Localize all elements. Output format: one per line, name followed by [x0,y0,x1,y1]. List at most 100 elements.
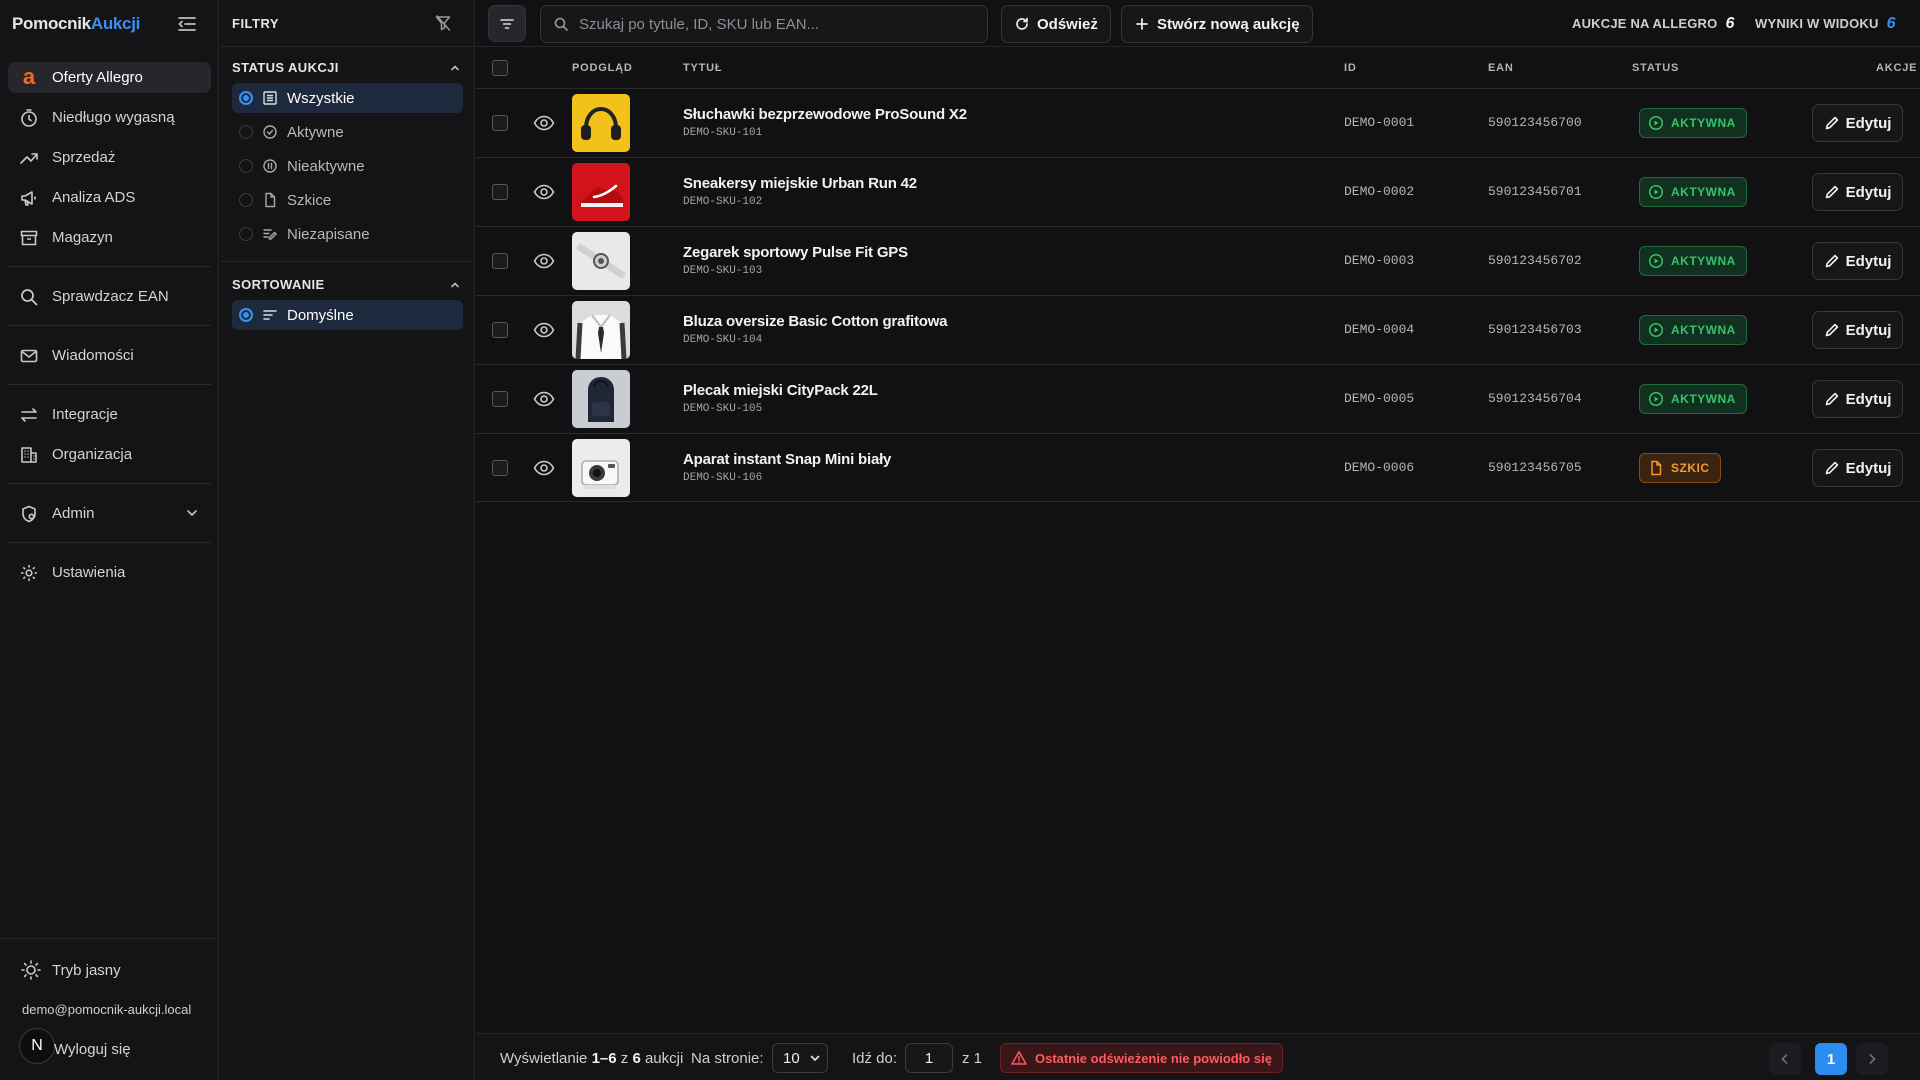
row-checkbox[interactable] [492,322,508,338]
search-icon [18,286,40,308]
sidebar-item-oferty-allegro[interactable]: a Oferty Allegro [8,62,211,93]
avatar[interactable]: N [19,1028,55,1064]
edit-button[interactable]: Edytuj [1812,173,1903,211]
radio-selected[interactable] [239,91,253,105]
radio-selected[interactable] [239,308,253,322]
column-header-ean[interactable]: EAN [1488,62,1514,74]
product-ean: 590123456703 [1488,322,1582,337]
goto-page-input[interactable] [905,1043,953,1073]
edit-button[interactable]: Edytuj [1812,449,1903,487]
radio[interactable] [239,227,253,241]
toggle-filters-button[interactable] [488,5,526,42]
eye-icon[interactable] [533,320,555,340]
radio[interactable] [239,125,253,139]
row-checkbox[interactable] [492,391,508,407]
sidebar-item-sprzedaz[interactable]: Sprzedaż [8,142,211,173]
edit-button[interactable]: Edytuj [1812,242,1903,280]
row-checkbox[interactable] [492,253,508,269]
status-option-szkice[interactable]: Szkice [232,185,463,215]
chevron-left-icon [1778,1052,1792,1066]
product-title[interactable]: Bluza oversize Basic Cotton grafitowa [683,313,948,330]
row-checkbox[interactable] [492,184,508,200]
table-row[interactable]: Zegarek sportowy Pulse Fit GPS DEMO-SKU-… [476,226,1920,295]
status-option-wszystkie[interactable]: Wszystkie [232,83,463,113]
radio[interactable] [239,159,253,173]
create-auction-button[interactable]: Stwórz nową aukcję [1121,5,1313,43]
sidebar-item-ustawienia[interactable]: Ustawienia [8,557,211,588]
status-option-niezapisane[interactable]: Niezapisane [232,219,463,249]
sort-lines-icon [262,307,278,323]
eye-icon[interactable] [533,389,555,409]
table-row[interactable]: Bluza oversize Basic Cotton grafitowa DE… [476,295,1920,364]
clear-filters-icon[interactable] [434,14,452,32]
column-header-title[interactable]: TYTUŁ [683,62,722,74]
theme-toggle-button[interactable]: Tryb jasny [20,959,121,981]
sidebar-item-analiza-ads[interactable]: Analiza ADS [8,182,211,213]
logout-button[interactable]: Wyloguj się [54,1041,131,1058]
product-sku: DEMO-SKU-102 [683,196,763,208]
edit-button[interactable]: Edytuj [1812,380,1903,418]
column-header-status[interactable]: STATUS [1632,62,1679,74]
search-input[interactable] [579,15,959,33]
view-count-stat: WYNIKI W WIDOKU 6 [1755,15,1896,33]
view-count-value: 6 [1886,15,1896,32]
pencil-icon [1824,184,1840,200]
refresh-button[interactable]: Odśwież [1001,5,1111,43]
sidebar-item-organizacja[interactable]: Organizacja [8,439,211,470]
status-badge: SZKIC [1639,453,1721,483]
eye-icon[interactable] [533,458,555,478]
chevron-up-icon[interactable] [449,62,461,74]
product-thumbnail[interactable] [572,301,630,359]
product-id: DEMO-0005 [1344,391,1415,406]
eye-icon[interactable] [533,251,555,271]
table-row[interactable]: Słuchawki bezprzewodowe ProSound X2 DEMO… [476,88,1920,157]
product-title[interactable]: Aparat instant Snap Mini biały [683,451,891,468]
status-option-aktywne[interactable]: Aktywne [232,117,463,147]
sort-option-domyslne[interactable]: Domyślne [232,300,463,330]
sidebar-item-wiadomosci[interactable]: Wiadomości [8,340,211,371]
sidebar-item-integracje[interactable]: Integracje [8,399,211,430]
product-thumbnail[interactable] [572,370,630,428]
product-thumbnail[interactable] [572,232,630,290]
row-checkbox[interactable] [492,460,508,476]
product-ean: 590123456700 [1488,115,1582,130]
page-button-current[interactable]: 1 [1815,1043,1847,1075]
status-label: AKTYWNA [1671,254,1736,268]
table-row[interactable]: Sneakersy miejskie Urban Run 42 DEMO-SKU… [476,157,1920,226]
sidebar-item-magazyn[interactable]: Magazyn [8,222,211,253]
prev-page-button[interactable] [1769,1043,1801,1075]
select-all-checkbox[interactable] [492,60,508,76]
sidebar-item-label: Wiadomości [52,347,134,364]
table-row[interactable]: Plecak miejski CityPack 22L DEMO-SKU-105… [476,364,1920,433]
sidebar-item-niedlugo-wygasna[interactable]: Niedługo wygasną [8,102,211,133]
product-title[interactable]: Zegarek sportowy Pulse Fit GPS [683,244,908,261]
eye-icon[interactable] [533,113,555,133]
radio[interactable] [239,193,253,207]
collapse-sidebar-icon[interactable] [176,13,198,35]
edit-button[interactable]: Edytuj [1812,104,1903,142]
chevron-up-icon[interactable] [449,279,461,291]
eye-icon[interactable] [533,182,555,202]
status-section-title[interactable]: STATUS AUKCJI [232,60,339,75]
column-header-id[interactable]: ID [1344,62,1357,74]
sidebar-item-sprawdzacz-ean[interactable]: Sprawdzacz EAN [8,281,211,312]
product-title[interactable]: Słuchawki bezprzewodowe ProSound X2 [683,106,967,123]
brand-logo[interactable]: PomocnikAukcji [12,14,140,36]
next-page-button[interactable] [1856,1043,1888,1075]
table-row[interactable]: Aparat instant Snap Mini biały DEMO-SKU-… [476,433,1920,502]
status-option-nieaktywne[interactable]: Nieaktywne [232,151,463,181]
arrows-exchange-icon [18,404,40,426]
sidebar-item-admin[interactable]: Admin [8,498,211,529]
row-checkbox[interactable] [492,115,508,131]
product-title[interactable]: Sneakersy miejskie Urban Run 42 [683,175,917,192]
sort-section-title[interactable]: SORTOWANIE [232,277,325,292]
product-thumbnail[interactable] [572,439,630,497]
per-page-select[interactable]: 10 [772,1043,828,1073]
search-box[interactable] [540,5,988,43]
product-title[interactable]: Plecak miejski CityPack 22L [683,382,878,399]
timer-icon [18,107,40,129]
edit-button[interactable]: Edytuj [1812,311,1903,349]
product-thumbnail[interactable] [572,94,630,152]
edit-label: Edytuj [1845,390,1892,408]
product-thumbnail[interactable] [572,163,630,221]
